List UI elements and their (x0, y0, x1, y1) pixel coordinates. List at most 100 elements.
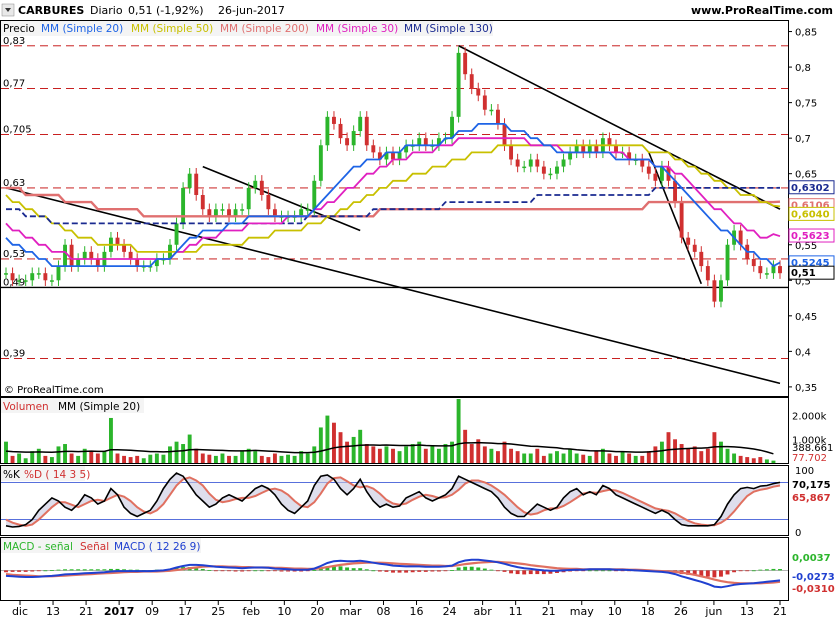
volume-bar (436, 448, 441, 463)
macd-histogram-bar (43, 570, 48, 572)
stochastic-panel (0, 465, 789, 536)
macd-histogram-bar (758, 569, 763, 571)
candle-body (115, 237, 120, 245)
price-right-labels: 0,63020,61060,60400,56230,52450,51 (788, 180, 835, 280)
macd-histogram-bar (358, 568, 363, 571)
candle-body (49, 280, 54, 282)
macd-histogram-bar (286, 570, 291, 572)
volume-bar (43, 455, 48, 463)
x-tick-label: 25 (211, 605, 225, 618)
volume-bar (627, 453, 632, 463)
copyright: © ProRealTime.com (4, 385, 104, 396)
macd-histogram-bar (102, 569, 107, 571)
candle-body (56, 266, 61, 281)
x-tick-label: 13 (46, 605, 60, 618)
macd-histogram-bar (404, 570, 409, 573)
legend-mm30: MM (Simple 30) (316, 23, 398, 35)
candle-body (725, 244, 730, 281)
volume-bar (489, 448, 494, 463)
candle-body (240, 209, 245, 211)
volume-bar (666, 432, 671, 463)
macd-histogram-bar (63, 569, 67, 571)
candle-body (607, 138, 612, 146)
candle-body (758, 266, 763, 274)
volume-bar (548, 453, 553, 463)
macd-histogram-bar (391, 570, 395, 573)
candle-body (332, 116, 336, 124)
volume-bar (719, 441, 723, 463)
y-tick-label: 0,7 (795, 134, 811, 145)
header-dropdown-icon[interactable] (1, 3, 15, 17)
macd-histogram-bar (36, 570, 41, 572)
macd-histogram-bar (515, 570, 520, 575)
resistance-label: 0,83 (3, 36, 25, 47)
macd-histogram-bar (76, 569, 81, 571)
macd-histogram-bar (345, 567, 350, 571)
macd-histogram-bar (489, 569, 494, 571)
candle-body (568, 152, 573, 160)
macd-histogram-bar (351, 568, 356, 571)
volume-bar (640, 455, 645, 463)
volume-bar (384, 446, 389, 463)
stochastic-axis: 100 0 70,175 65,867 (792, 466, 831, 539)
volume-bar (509, 448, 514, 463)
volume-bar (49, 457, 54, 463)
macd-right-label: 0,0037 (792, 553, 831, 564)
header-period: Diario (90, 4, 123, 17)
macd-axis: 0,0037 -0,0273-0,0310 (792, 553, 835, 595)
volume-bar (30, 451, 35, 463)
date-axis: dic 13 21 2017 09 17 25 feb 10 20 mar 08 16 24 abr 11 21… (12, 601, 787, 618)
y-tick-label: 0,4 (795, 347, 811, 358)
candle-body (535, 159, 540, 167)
header-website[interactable]: www.ProRealTime.com (691, 4, 833, 17)
x-tick-label: feb (242, 605, 260, 618)
legend-volume-mm20: MM (Simple 20) (58, 401, 140, 413)
volume-bar (502, 441, 507, 463)
volume-bar (732, 453, 737, 463)
macd-histogram-bar (207, 570, 212, 571)
candle-body (200, 195, 205, 210)
candle-body (522, 166, 527, 169)
macd-histogram-bar (23, 570, 28, 572)
macd-histogram-bar (338, 566, 343, 571)
macd-histogram-bar (456, 567, 461, 571)
legend-mm130: MM (Simple 130) (404, 23, 493, 35)
volume-bar (122, 455, 127, 463)
candle-body (76, 258, 81, 267)
candle-body (364, 116, 369, 146)
volume-bar (17, 453, 22, 463)
volume-bar (495, 451, 500, 463)
x-tick-label: 17 (178, 605, 192, 618)
volume-bar (76, 455, 81, 463)
volume-bar (581, 454, 586, 463)
stochastic-right-label: 70,175 (792, 480, 831, 491)
volume-bar (358, 429, 363, 463)
x-tick-label: 2017 (104, 605, 135, 618)
volume-bar (161, 454, 166, 463)
volume-bar (515, 451, 520, 463)
candle-body (555, 166, 559, 174)
legend-mm20: MM (Simple 20) (41, 23, 123, 35)
volume-bar (36, 448, 41, 463)
volume-axis: 2.000k1.000k388.66177.702 (792, 412, 833, 464)
macd-histogram-bar (719, 570, 723, 577)
candle-body (594, 145, 599, 153)
volume-bar (535, 448, 540, 463)
volume-bar (758, 457, 763, 463)
macd-histogram-bar (725, 570, 730, 575)
volume-bar (482, 446, 487, 463)
x-tick-label: 16 (410, 605, 424, 618)
volume-right-label: 77.702 (792, 453, 827, 464)
volume-bar (555, 451, 559, 463)
candle-body (515, 159, 520, 167)
volume-bar (745, 457, 750, 463)
volume-bar (423, 448, 428, 463)
candle-body (17, 280, 22, 282)
macd-histogram-bar (259, 570, 264, 572)
resistance-label: 0,53 (3, 249, 25, 260)
macd-histogram-bar (240, 570, 245, 572)
candle-body (89, 251, 94, 259)
volume-bar (391, 448, 395, 463)
macd-histogram-bar (220, 570, 225, 572)
macd-histogram-bar (69, 569, 74, 571)
